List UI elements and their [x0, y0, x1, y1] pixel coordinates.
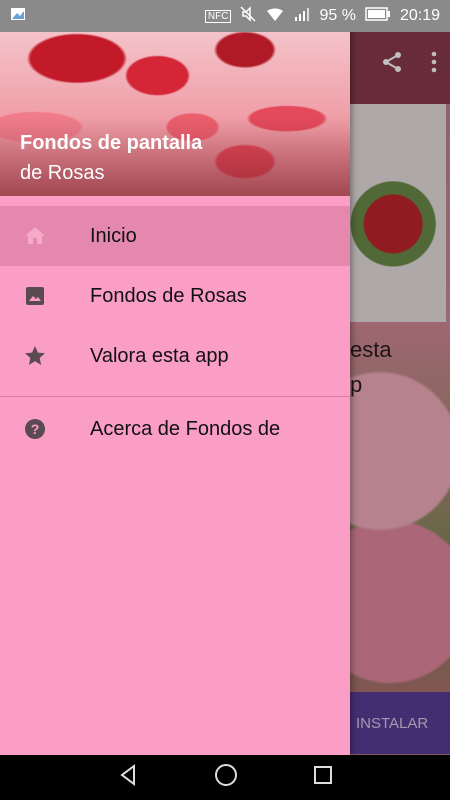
help-icon: ?	[0, 417, 90, 441]
status-right: NFC 95 % 20:19	[204, 6, 440, 26]
menu-item-label: Valora esta app	[90, 344, 229, 367]
battery-icon	[365, 7, 391, 25]
navigation-drawer: Fondos de pantalla de Rosas Inicio Fondo…	[0, 24, 350, 755]
menu-item-label: Inicio	[90, 224, 137, 247]
clock: 20:19	[399, 7, 440, 24]
status-bar: NFC 95 % 20:19	[0, 0, 450, 32]
status-left	[10, 7, 26, 25]
drawer-header: Fondos de pantalla de Rosas	[0, 24, 350, 196]
nfc-icon: NFC	[204, 9, 232, 23]
star-icon	[0, 344, 90, 368]
menu-item-acerca-de[interactable]: ? Acerca de Fondos de	[0, 399, 350, 459]
menu-item-inicio[interactable]: Inicio	[0, 206, 350, 266]
drawer-menu: Inicio Fondos de Rosas Valora esta app ?…	[0, 206, 350, 459]
recents-icon[interactable]	[312, 764, 334, 791]
back-icon[interactable]	[116, 763, 140, 792]
home-button-icon[interactable]	[213, 762, 239, 793]
mute-icon	[240, 6, 257, 26]
image-icon	[0, 284, 90, 308]
menu-item-label: Fondos de Rosas	[90, 284, 247, 307]
menu-divider	[0, 396, 350, 397]
wifi-icon	[265, 6, 285, 26]
menu-item-valora-esta-app[interactable]: Valora esta app	[0, 326, 350, 386]
svg-text:?: ?	[31, 421, 40, 437]
notification-app-icon	[10, 7, 26, 25]
battery-percent: 95 %	[319, 7, 356, 24]
menu-item-label: Acerca de Fondos de	[90, 417, 281, 440]
home-icon	[0, 224, 90, 248]
signal-icon	[294, 6, 310, 26]
drawer-header-subtitle: de Rosas	[20, 162, 105, 184]
system-navigation-bar	[0, 755, 450, 800]
drawer-header-title: Fondos de pantalla	[20, 132, 203, 154]
menu-item-fondos-de-rosas[interactable]: Fondos de Rosas	[0, 266, 350, 326]
